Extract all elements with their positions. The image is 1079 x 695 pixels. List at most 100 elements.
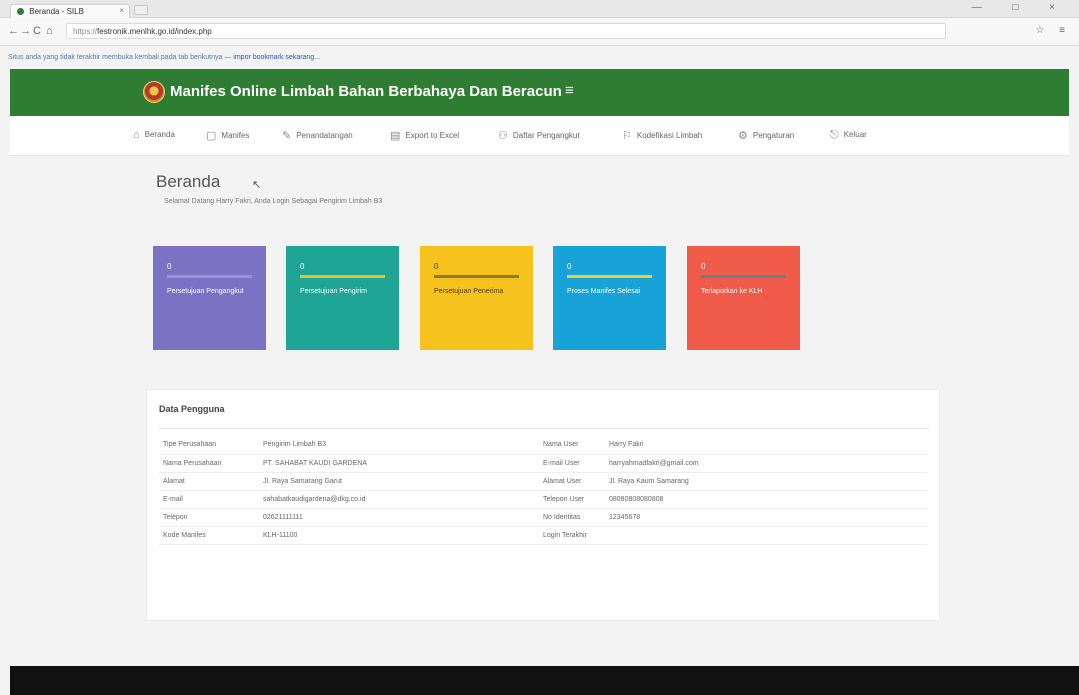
field-value: harryahmadfakri@gmail.com [609,454,927,473]
card-persetujuan-penerima[interactable]: 0 Persetujuan Penerima [420,246,533,350]
field-label: E-mail [159,490,263,509]
card-label: Persetujuan Pengirim [300,288,367,295]
reload-icon[interactable]: C [33,25,41,37]
nav-item-export-excel[interactable]: ▤ Export to Excel [390,129,459,142]
card-progress-bar [567,275,652,278]
nav-item-manifes[interactable]: ▢ Manifes [206,129,249,142]
nav-item-label: Export to Excel [405,131,460,140]
card-progress-bar [701,275,786,278]
browser-toolbar: ← → C ⌂ https://festronik.menlhk.go.id/i… [0,18,1079,61]
browser-menu-icons[interactable]: ☆ ≡ [1035,25,1071,36]
card-count: 0 [300,262,305,271]
nav-item-label: Daftar Pengangkut [512,131,580,140]
field-value: 02621111111 [263,508,539,527]
table-row: E-mail sahabatkaudigardena@dkg.co.id [159,490,539,509]
nav-item-label: Penandatangan [296,131,353,140]
main-navigation: ⌂ Beranda ▢ Manifes ✎ Penandatangan ▤ Export… [10,116,1069,156]
card-count: 0 [701,262,706,271]
mouse-cursor-icon: ↖ [252,179,262,191]
hamburger-menu-icon[interactable]: ≡ [565,82,574,99]
window-controls[interactable]: — □ × [972,2,1069,13]
field-value: sahabatkaudigardena@dkg.co.id [263,490,539,509]
table-row: Nama User Harry Fakri [539,436,927,455]
card-terlaporkan-klh[interactable]: 0 Terlaporkan ke KLH [687,246,800,350]
import-bookmarks-link[interactable]: impor bookmark sekarang... [233,54,320,61]
url-text: festronik.menlhk.go.id/index.php [97,27,212,36]
nav-item-label: Manifes [221,131,250,140]
document-icon: ▢ [206,130,217,142]
nav-item-label: Keluar [843,130,867,139]
nav-item-label: Pengaturan [752,131,795,140]
welcome-message: Selamat Datang Harry Fakri, Anda Login S… [164,198,383,205]
address-bar[interactable]: https://festronik.menlhk.go.id/index.php [66,23,946,39]
table-row: Alamat User Jl. Raya Kaum Samarang [539,472,927,491]
card-count: 0 [167,262,172,271]
page-footer [10,666,1079,695]
divider [159,428,929,429]
table-row: Login Terakhir [539,526,927,545]
field-label: Kode Manifes [159,526,263,545]
field-label: Login Terakhir [539,526,609,545]
field-value: KLH-11100 [263,526,539,545]
gear-icon: ⚙ [738,130,748,142]
back-arrow-icon[interactable]: ← [8,25,19,37]
forward-arrow-icon[interactable]: → [20,25,31,37]
field-label: Nama Perusahaan [159,454,263,473]
table-row: Alamat Jl. Raya Samarang Garut [159,472,539,491]
table-row: Nama Perusahaan PT. SAHABAT KAUDI GARDENA [159,454,539,473]
card-count: 0 [434,262,439,271]
card-progress-bar [300,275,385,278]
nav-item-pengaturan[interactable]: ⚙ Pengaturan [738,129,794,142]
field-label: Alamat [159,472,263,491]
field-value: 12345678 [609,508,927,527]
home-icon: ⌂ [133,129,140,141]
user-data-panel: Data Pengguna Tipe Perusahaan Pengirim Li… [146,389,940,621]
nav-item-label: Kodefikasi Limbah [636,131,703,140]
card-proses-manifes-selesai[interactable]: 0 Proses Manifes Selesai [553,246,666,350]
card-persetujuan-pengangkut[interactable]: 0 Persetujuan Pengangkut [153,246,266,350]
card-label: Persetujuan Penerima [434,288,504,295]
app-header: Manifes Online Limbah Bahan Berbahaya Da… [10,69,1069,116]
nav-item-keluar[interactable]: ⎋ Keluar [830,129,867,142]
browser-tabbar: Beranda - SILB × — □ × [0,0,1079,18]
field-value [609,526,927,545]
field-label: Telepon User [539,490,609,509]
table-row: E-mail User harryahmadfakri@gmail.com [539,454,927,473]
card-persetujuan-pengirim[interactable]: 0 Persetujuan Pengirim [286,246,399,350]
browser-tab[interactable]: Beranda - SILB × [10,4,130,18]
card-count: 0 [567,262,572,271]
nav-item-beranda[interactable]: ⌂ Beranda [133,129,175,141]
table-row: Kode Manifes KLH-11100 [159,526,539,545]
nav-item-label: Beranda [144,130,175,139]
table-row: Telepon User 08080808080808 [539,490,927,509]
user-info-table: Nama User Harry Fakri E-mail User harryahm… [539,436,927,545]
klhk-logo-icon [143,81,165,103]
field-label: Alamat User [539,472,609,491]
table-row: No Identitas 12345678 [539,508,927,527]
nav-item-penandatangan[interactable]: ✎ Penandatangan [282,129,353,142]
tab-title: Beranda - SILB [29,7,84,16]
company-info-table: Tipe Perusahaan Pengirim Limbah B3 Nama P… [159,436,539,545]
card-label: Proses Manifes Selesai [567,288,641,295]
tab-close-icon[interactable]: × [119,6,124,15]
card-label: Persetujuan Pengangkut [167,288,244,295]
home-icon[interactable]: ⌂ [46,25,53,37]
new-tab-button[interactable] [134,5,148,15]
nav-item-daftar-pengangkut[interactable]: ⚇ Daftar Pengangkut [498,129,580,142]
panel-title: Data Pengguna [159,404,225,414]
users-icon: ⚇ [498,130,508,142]
table-row: Telepon 02621111111 [159,508,539,527]
logout-icon: ⎋ [830,129,839,141]
field-label: Nama User [539,436,609,455]
field-label: No Identitas [539,508,609,527]
pencil-icon: ✎ [282,130,292,142]
field-value: 08080808080808 [609,490,927,509]
field-label: Telepon [159,508,263,527]
nav-item-kodefikasi-limbah[interactable]: ⚐ Kodefikasi Limbah [622,129,702,142]
url-scheme: https:// [73,27,98,36]
bookmarks-bar: Situs anda yang tidak terakhir membuka k… [8,54,320,61]
card-progress-bar [167,275,252,278]
field-value: Harry Fakri [609,436,927,455]
field-value: Pengirim Limbah B3 [263,436,539,455]
field-value: Jl. Raya Samarang Garut [263,472,539,491]
